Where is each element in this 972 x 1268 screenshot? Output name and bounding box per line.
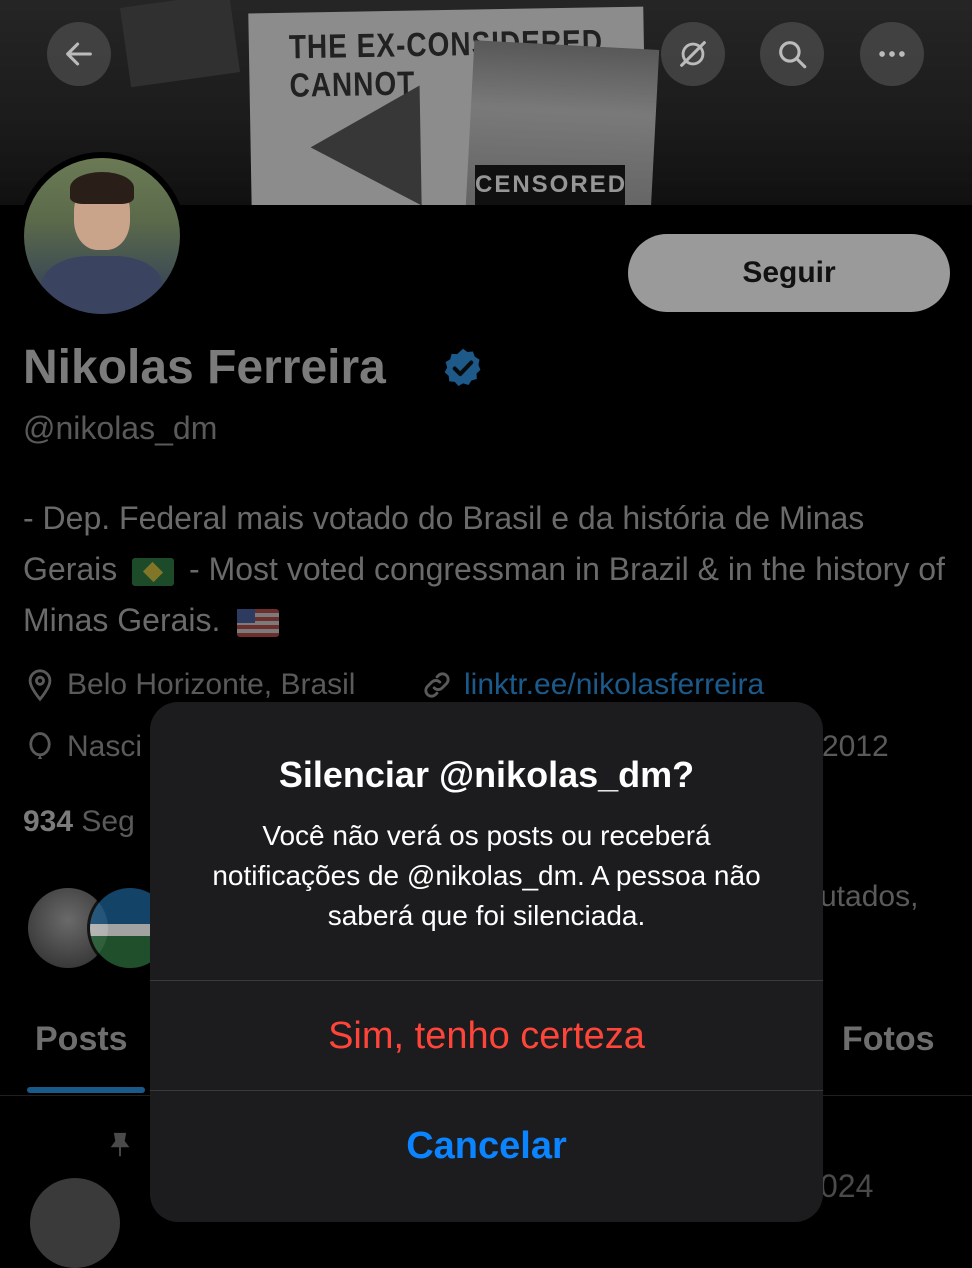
dialog-message: Você não verá os posts ou receberá notif… (212, 820, 761, 931)
dialog-title: Silenciar @nikolas_dm? (278, 754, 695, 795)
mute-confirmation-dialog: Silenciar @nikolas_dm? Você não verá os … (150, 702, 823, 1222)
cancel-button[interactable]: Cancelar (150, 1092, 823, 1200)
dialog-divider (150, 980, 823, 981)
confirm-mute-button[interactable]: Sim, tenho certeza (150, 982, 823, 1090)
dialog-divider (150, 1090, 823, 1091)
